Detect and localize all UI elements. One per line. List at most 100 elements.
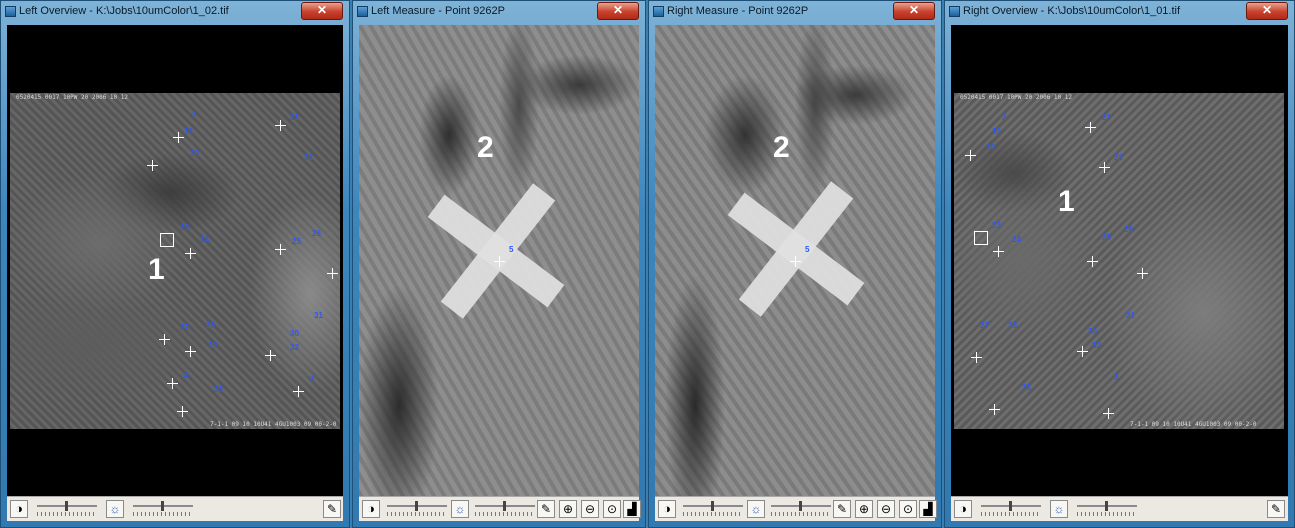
close-button[interactable]: ✕ bbox=[301, 2, 343, 20]
point-label: 12 bbox=[992, 127, 1001, 136]
contrast-slider[interactable] bbox=[681, 501, 745, 517]
contrast-icon[interactable]: ◑ bbox=[954, 500, 972, 518]
contrast-slider[interactable] bbox=[35, 501, 99, 517]
overview-image-view[interactable]: 0520415 0017 10PW 20 2006 10 12 7-1-1 09… bbox=[951, 25, 1288, 496]
brightness-icon[interactable]: ☼ bbox=[451, 500, 469, 518]
point-label: 21 bbox=[290, 113, 299, 122]
point-label: 2 bbox=[1002, 113, 1007, 122]
point-label: 28 bbox=[206, 321, 215, 330]
close-button[interactable]: ✕ bbox=[893, 2, 935, 20]
point-label: 2 bbox=[192, 111, 197, 120]
measure-toolbar: ◑ ☼ ✎ ⊕ ⊖ ⊙ ▟ bbox=[359, 496, 641, 521]
brush-icon[interactable]: ✎ bbox=[537, 500, 555, 518]
window-title: Right Measure - Point 9262P bbox=[667, 5, 809, 17]
point-label: 33 bbox=[214, 385, 223, 394]
zoom-fit-icon[interactable]: ⊙ bbox=[899, 500, 917, 518]
histogram-icon[interactable]: ▟ bbox=[919, 500, 937, 518]
point-label: 5 bbox=[509, 245, 514, 254]
app-icon bbox=[949, 6, 960, 17]
point-label: 24 bbox=[200, 235, 209, 244]
app-icon bbox=[653, 6, 664, 17]
brightness-slider[interactable] bbox=[473, 501, 537, 517]
zoom-out-icon[interactable]: ⊖ bbox=[581, 500, 599, 518]
app-icon bbox=[357, 6, 368, 17]
point-label: 30 bbox=[290, 329, 299, 338]
title-bar[interactable]: Left Overview - K:\Jobs\10umColor\1_02.t… bbox=[1, 1, 349, 23]
point-label: 5 bbox=[805, 245, 810, 254]
right-overview-window: Right Overview - K:\Jobs\10umColor\1_01.… bbox=[944, 0, 1295, 528]
title-bar[interactable]: Right Overview - K:\Jobs\10umColor\1_01.… bbox=[945, 1, 1294, 23]
point-label: 3 bbox=[310, 375, 315, 384]
brightness-slider[interactable] bbox=[769, 501, 833, 517]
point-label: 26 bbox=[312, 229, 321, 238]
point-label: 4 bbox=[184, 371, 189, 380]
left-overview-window: Left Overview - K:\Jobs\10umColor\1_02.t… bbox=[0, 0, 350, 528]
zoom-in-icon[interactable]: ⊕ bbox=[855, 500, 873, 518]
aerial-photo[interactable]: 0520415 0017 10PW 20 2006 10 12 7-1-1 09… bbox=[954, 93, 1284, 429]
point-label: 28 bbox=[1008, 321, 1017, 330]
contrast-icon[interactable]: ◑ bbox=[10, 500, 28, 518]
contrast-icon[interactable]: ◑ bbox=[362, 500, 380, 518]
point-label: 21 bbox=[1102, 113, 1111, 122]
point-label: 27 bbox=[180, 323, 189, 332]
point-label: 26 bbox=[1124, 225, 1133, 234]
app-icon bbox=[5, 6, 16, 17]
brush-icon[interactable]: ✎ bbox=[833, 500, 851, 518]
point-label: 31 bbox=[1126, 311, 1135, 320]
brush-icon[interactable]: ✎ bbox=[1267, 500, 1285, 518]
overview-toolbar: ◑ ☼ ✎ bbox=[7, 496, 343, 521]
title-bar[interactable]: Left Measure - Point 9262P ✕ bbox=[353, 1, 645, 23]
point-label: 29 bbox=[208, 341, 217, 350]
close-button[interactable]: ✕ bbox=[597, 2, 639, 20]
brush-icon[interactable]: ✎ bbox=[323, 500, 341, 518]
image-footer-text: 7-1-1 09 10 10U41 4GU1003 09 00-2-0 bbox=[1130, 421, 1257, 428]
point-label: 30 bbox=[1088, 327, 1097, 336]
window-title: Left Overview - K:\Jobs\10umColor\1_02.t… bbox=[19, 5, 229, 17]
selected-point-box bbox=[974, 231, 988, 245]
overview-toolbar: ◑ ☼ ✎ bbox=[951, 496, 1288, 521]
measure-toolbar: ◑ ☼ ✎ ⊕ ⊖ ⊙ ▟ bbox=[655, 496, 937, 521]
measure-image-view[interactable]: 2 5 bbox=[359, 25, 639, 496]
strip-number-label: 1 bbox=[148, 253, 165, 286]
point-label: 31 bbox=[314, 311, 323, 320]
image-header-text: 0520415 0017 10PW 20 2006 10 12 bbox=[960, 94, 1072, 101]
aerial-photo[interactable]: 0520415 0017 10PW 20 2006 10 12 7-1-1 09… bbox=[10, 93, 340, 429]
point-name-label: 2 bbox=[477, 131, 494, 164]
point-label: 22 bbox=[1114, 153, 1123, 162]
brightness-icon[interactable]: ☼ bbox=[1050, 500, 1068, 518]
contrast-slider[interactable] bbox=[979, 501, 1043, 517]
strip-number-label: 1 bbox=[1058, 185, 1075, 218]
zoom-fit-icon[interactable]: ⊙ bbox=[603, 500, 621, 518]
overview-image-view[interactable]: 0520415 0017 10PW 20 2006 10 12 7-1-1 09… bbox=[7, 25, 343, 496]
point-label: 33 bbox=[1022, 383, 1031, 392]
point-label: 32 bbox=[1092, 341, 1101, 350]
measure-image-view[interactable]: 2 5 bbox=[655, 25, 935, 496]
brightness-slider[interactable] bbox=[131, 501, 195, 517]
right-measure-window: Right Measure - Point 9262P ✕ 2 5 ◑ ☼ ✎ … bbox=[648, 0, 942, 528]
zoom-in-icon[interactable]: ⊕ bbox=[559, 500, 577, 518]
brightness-icon[interactable]: ☼ bbox=[106, 500, 124, 518]
contrast-icon[interactable]: ◑ bbox=[658, 500, 676, 518]
zoom-out-icon[interactable]: ⊖ bbox=[877, 500, 895, 518]
selected-point-box bbox=[160, 233, 174, 247]
contrast-slider[interactable] bbox=[385, 501, 449, 517]
point-label: 23 bbox=[180, 223, 189, 232]
window-title: Left Measure - Point 9262P bbox=[371, 5, 505, 17]
point-label: 25 bbox=[1102, 233, 1111, 242]
point-label: 24 bbox=[1012, 235, 1021, 244]
point-label: 22 bbox=[304, 153, 313, 162]
histogram-icon[interactable]: ▟ bbox=[623, 500, 641, 518]
left-measure-window: Left Measure - Point 9262P ✕ 2 5 ◑ ☼ ✎ ⊕… bbox=[352, 0, 646, 528]
point-label: 12 bbox=[184, 127, 193, 136]
title-bar[interactable]: Right Measure - Point 9262P ✕ bbox=[649, 1, 941, 23]
close-button[interactable]: ✕ bbox=[1246, 2, 1288, 20]
point-label: 25 bbox=[292, 237, 301, 246]
point-label: 23 bbox=[992, 221, 1001, 230]
point-label: 3 bbox=[1114, 373, 1119, 382]
image-footer-text: 7-1-1 09 10 10U41 4GU1003 09 00-2-0 bbox=[210, 421, 337, 428]
point-label: 20 bbox=[190, 149, 199, 158]
brightness-icon[interactable]: ☼ bbox=[747, 500, 765, 518]
image-header-text: 0520415 0017 10PW 20 2006 10 12 bbox=[16, 94, 128, 101]
point-label: 27 bbox=[980, 321, 989, 330]
brightness-slider[interactable] bbox=[1075, 501, 1139, 517]
